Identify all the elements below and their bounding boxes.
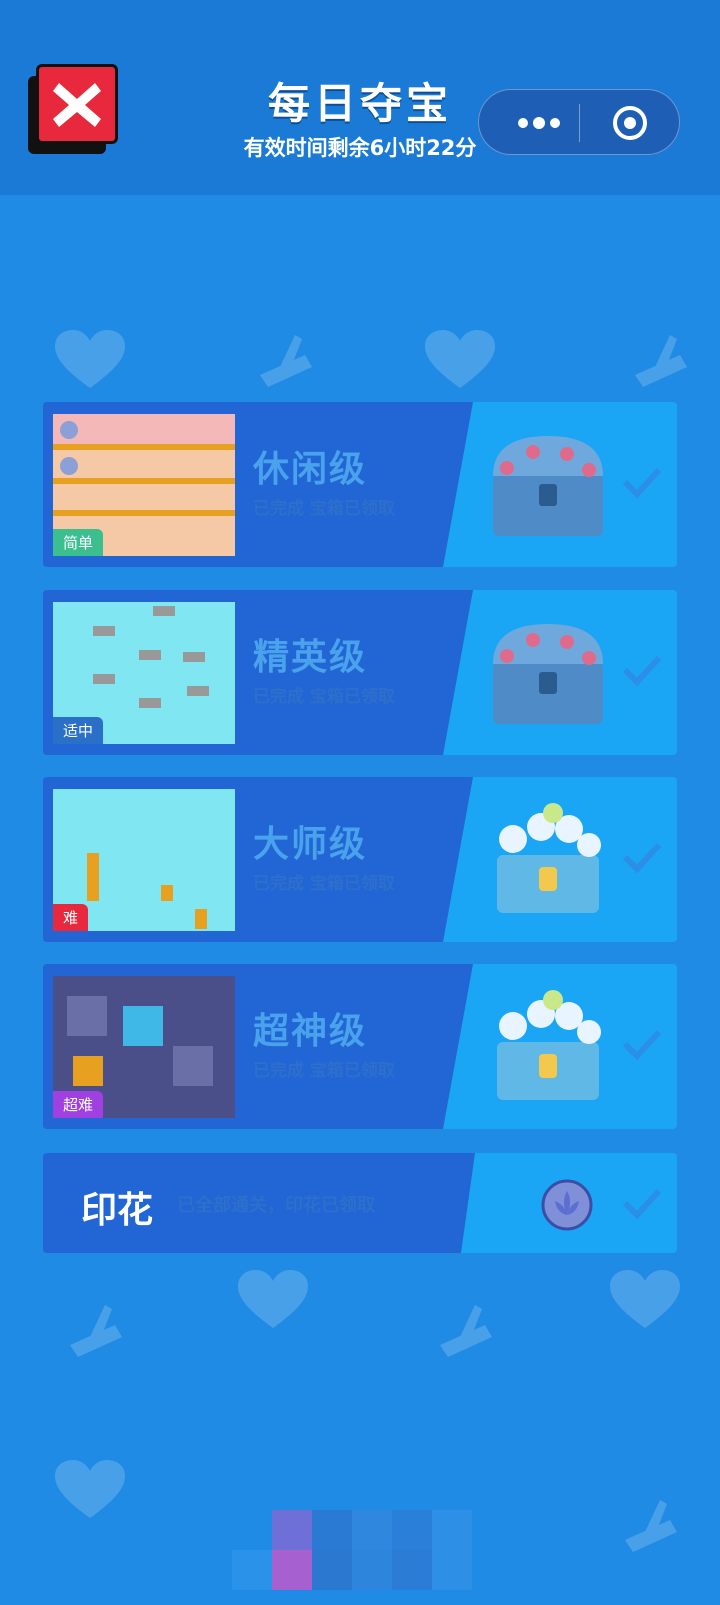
heart-pattern-icon — [425, 330, 495, 388]
header: 每日夺宝 有效时间剩余6小时22分 — [0, 0, 720, 195]
magic-hat-pattern-icon — [260, 335, 312, 387]
stamp-row[interactable]: 印花 已全部通关，印花已领取 — [43, 1153, 677, 1253]
blurred-region — [232, 1510, 484, 1590]
level-title: 大师级 — [253, 824, 368, 865]
level-card-master[interactable]: 难 大师级 已完成 宝箱已领取 — [43, 777, 677, 942]
level-title: 超神级 — [253, 1011, 368, 1052]
level-status: 已完成 宝箱已领取 — [253, 499, 395, 519]
magic-hat-pattern-icon — [70, 1305, 122, 1357]
magic-hat-pattern-icon — [440, 1305, 492, 1357]
difficulty-badge: 适中 — [53, 717, 104, 744]
target-icon[interactable] — [611, 104, 649, 142]
level-thumbnail: 简单 — [53, 414, 235, 556]
flower-chest-icon — [497, 990, 601, 1100]
check-icon — [622, 842, 662, 874]
miniprogram-capsule — [478, 89, 680, 155]
check-icon — [622, 467, 662, 499]
magic-hat-pattern-icon — [635, 335, 687, 387]
level-thumbnail: 超难 — [53, 976, 235, 1118]
heart-pattern-icon — [55, 330, 125, 388]
stamp-title: 印花 — [81, 1190, 154, 1231]
capsule-divider — [579, 104, 580, 142]
level-status: 已完成 宝箱已领取 — [253, 687, 395, 707]
flower-chest-icon — [497, 803, 601, 913]
difficulty-badge: 超难 — [53, 1091, 104, 1118]
level-card-elite[interactable]: 适中 精英级 已完成 宝箱已领取 — [43, 590, 677, 755]
difficulty-badge: 简单 — [53, 529, 104, 556]
blue-chest-icon — [493, 624, 603, 724]
lotus-stamp-icon — [541, 1179, 593, 1231]
more-dots-icon[interactable] — [509, 108, 569, 138]
level-title: 精英级 — [253, 637, 368, 678]
check-icon — [622, 655, 662, 687]
stamp-status: 已全部通关，印花已领取 — [177, 1195, 375, 1216]
difficulty-badge: 难 — [53, 904, 89, 931]
check-icon — [622, 1029, 662, 1061]
check-icon — [622, 1188, 662, 1220]
heart-pattern-icon — [55, 1460, 125, 1518]
level-status: 已完成 宝箱已领取 — [253, 1061, 395, 1081]
level-thumbnail: 适中 — [53, 602, 235, 744]
heart-pattern-icon — [238, 1270, 308, 1328]
blue-chest-icon — [493, 436, 603, 536]
level-card-casual[interactable]: 简单 休闲级 已完成 宝箱已领取 — [43, 402, 677, 567]
magic-hat-pattern-icon — [625, 1500, 677, 1552]
level-title: 休闲级 — [253, 449, 368, 490]
level-status: 已完成 宝箱已领取 — [253, 874, 395, 894]
level-card-legend[interactable]: 超难 超神级 已完成 宝箱已领取 — [43, 964, 677, 1129]
heart-pattern-icon — [610, 1270, 680, 1328]
level-thumbnail: 难 — [53, 789, 235, 931]
